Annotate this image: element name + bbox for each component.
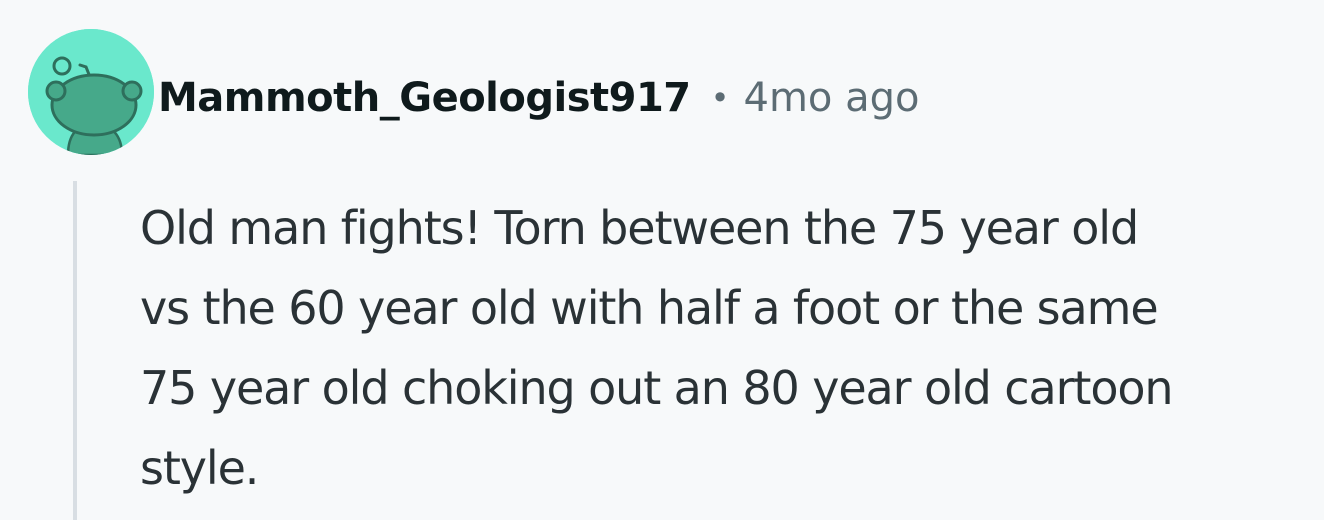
comment-body: Old man fights! Torn between the 75 year… xyxy=(140,188,1316,508)
comment: Mammoth_Geologist917 • 4mo ago Old man f… xyxy=(0,0,1324,520)
comment-body-line: vs the 60 year old with half a foot or t… xyxy=(140,281,1159,335)
thread-line[interactable] xyxy=(73,181,77,520)
comment-body-line: Old man fights! Torn between the 75 year… xyxy=(140,201,1139,255)
comment-meta: Mammoth_Geologist917 • 4mo ago xyxy=(158,68,920,128)
username[interactable]: Mammoth_Geologist917 xyxy=(158,75,691,121)
avatar[interactable] xyxy=(28,29,154,155)
comment-body-line: 75 year old choking out an 80 year old c… xyxy=(140,361,1174,415)
comment-body-line: style. xyxy=(140,441,259,495)
meta-separator: • xyxy=(710,79,730,117)
timestamp[interactable]: 4mo ago xyxy=(744,75,920,121)
reddit-snoo-avatar-icon xyxy=(28,29,154,155)
